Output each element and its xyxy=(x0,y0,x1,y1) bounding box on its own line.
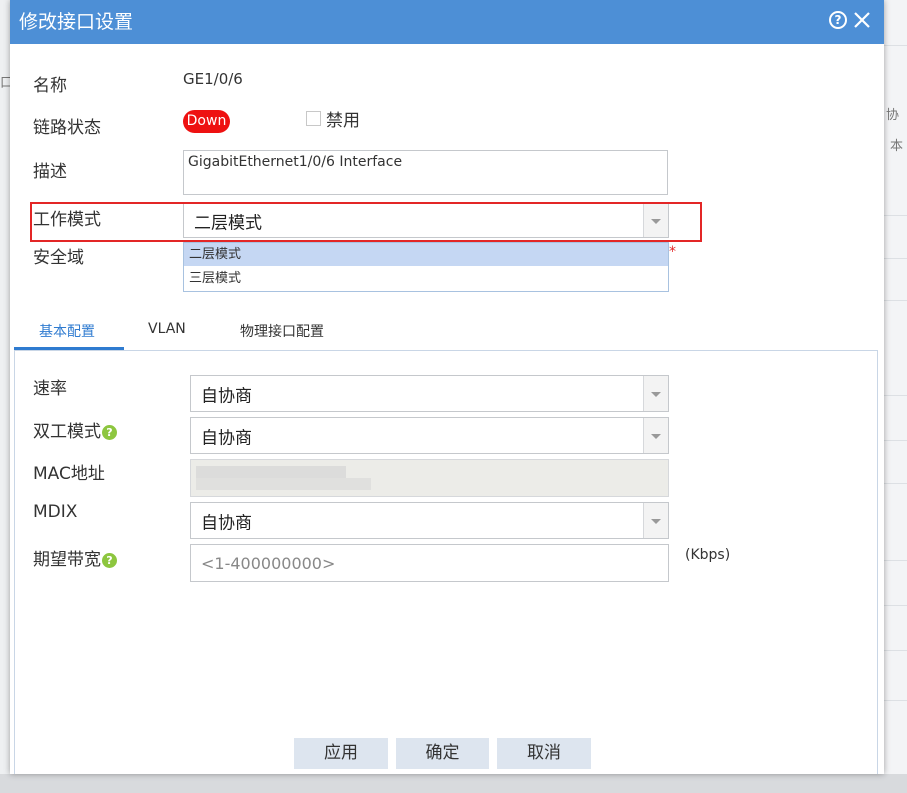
description-textarea[interactable]: GigabitEthernet1/0/6 Interface xyxy=(183,150,668,195)
bandwidth-label: 期望带宽? xyxy=(33,545,117,570)
dropdown-option-layer2[interactable]: 二层模式 xyxy=(184,243,668,266)
mdix-selected: 自协商 xyxy=(201,513,252,533)
chevron-down-icon xyxy=(651,433,661,439)
disable-checkbox[interactable] xyxy=(306,111,321,126)
link-status-badge: Down xyxy=(183,110,230,133)
duplex-dropdown-toggle[interactable] xyxy=(643,418,668,453)
work-mode-dropdown-list: 二层模式 三层模式 xyxy=(183,242,669,292)
speed-dropdown-toggle[interactable] xyxy=(643,376,668,411)
mac-address-field xyxy=(190,459,669,497)
duplex-label: 双工模式? xyxy=(33,417,117,442)
edit-interface-dialog: 修改接口设置 ? 名称 GE1/0/6 链路状态 Down 禁用 描述 Giga… xyxy=(10,0,884,774)
security-zone-label: 安全域 xyxy=(33,248,84,268)
mdix-label: MDIX xyxy=(33,502,78,522)
help-question-icon[interactable]: ? xyxy=(102,425,117,440)
chevron-down-icon xyxy=(651,391,661,397)
background-bottom-bar xyxy=(0,774,907,793)
ok-button[interactable]: 确定 xyxy=(396,738,489,769)
bandwidth-label-text: 期望带宽 xyxy=(33,550,101,570)
chevron-down-icon xyxy=(651,518,661,524)
mac-label: MAC地址 xyxy=(33,464,105,484)
background-page-left xyxy=(0,0,10,793)
tab-basic-config[interactable]: 基本配置 xyxy=(39,321,95,341)
background-fragment: 协 xyxy=(886,108,900,123)
disable-label[interactable]: 禁用 xyxy=(326,106,360,131)
cancel-button[interactable]: 取消 xyxy=(497,738,591,769)
bandwidth-unit: (Kbps) xyxy=(685,547,731,563)
link-status-label: 链路状态 xyxy=(33,118,101,138)
speed-selected: 自协商 xyxy=(201,386,252,406)
dialog-title: 修改接口设置 xyxy=(19,11,134,33)
background-fragment: 本 xyxy=(890,139,904,154)
apply-button[interactable]: 应用 xyxy=(294,738,388,769)
background-fragment: 口 xyxy=(0,76,10,91)
duplex-label-text: 双工模式 xyxy=(33,422,101,442)
bandwidth-placeholder: <1-400000000> xyxy=(201,554,336,573)
help-question-icon[interactable]: ? xyxy=(102,553,117,568)
duplex-selected: 自协商 xyxy=(201,428,252,448)
required-mark: * xyxy=(669,244,676,260)
dialog-titlebar[interactable]: 修改接口设置 ? xyxy=(10,0,884,44)
help-icon[interactable]: ? xyxy=(829,11,847,29)
name-value: GE1/0/6 xyxy=(183,70,243,88)
speed-select[interactable]: 自协商 xyxy=(190,375,669,412)
mdix-dropdown-toggle[interactable] xyxy=(643,503,668,538)
tab-physical-interface[interactable]: 物理接口配置 xyxy=(240,321,324,341)
description-label: 描述 xyxy=(33,162,67,182)
speed-label: 速率 xyxy=(33,379,67,399)
highlight-annotation xyxy=(30,202,702,242)
bandwidth-input[interactable]: <1-400000000> xyxy=(190,544,669,582)
name-label: 名称 xyxy=(33,76,67,96)
tab-vlan[interactable]: VLAN xyxy=(148,321,186,337)
dropdown-option-layer3[interactable]: 三层模式 xyxy=(184,267,668,290)
duplex-select[interactable]: 自协商 xyxy=(190,417,669,454)
close-icon[interactable] xyxy=(853,9,871,31)
mdix-select[interactable]: 自协商 xyxy=(190,502,669,539)
